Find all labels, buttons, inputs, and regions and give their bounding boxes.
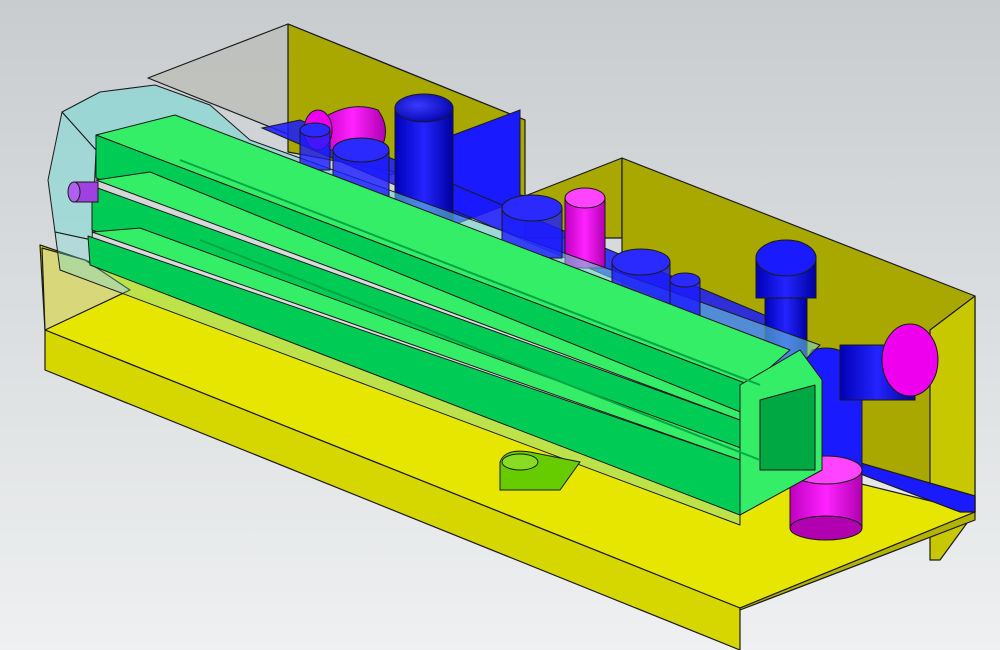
locating-pin: [67, 181, 99, 203]
center-tube-top: [394, 93, 454, 123]
fitting-right-end-cap: [881, 323, 939, 397]
fitting-center-top: [564, 187, 606, 209]
cad-model-drawing: [0, 0, 1000, 650]
cad-viewport[interactable]: [0, 0, 1000, 650]
fitting-bottom-base: [789, 515, 863, 541]
right-feed-tube-cap: [755, 239, 817, 277]
core-end-recess: [759, 384, 816, 471]
